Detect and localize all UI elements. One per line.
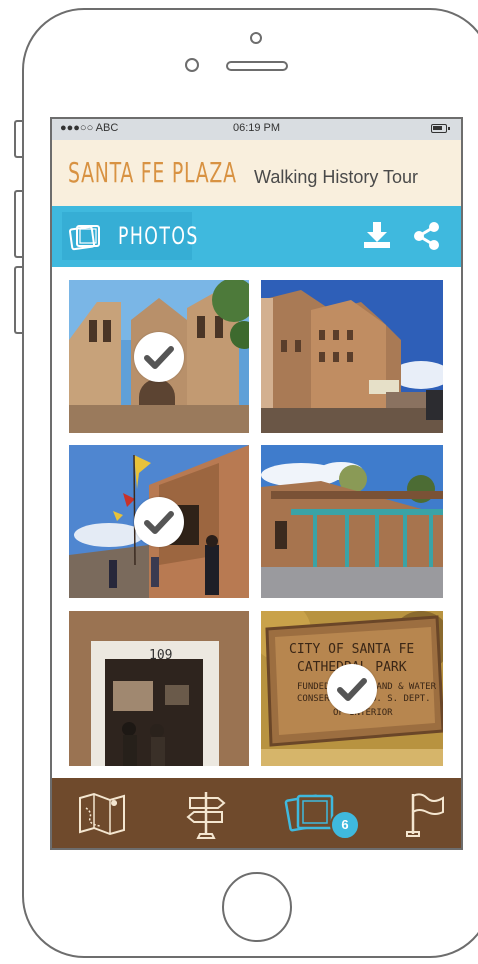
app-subtitle: Walking History Tour	[254, 167, 419, 187]
photo-palace-governors[interactable]	[261, 445, 443, 598]
la-fonda-image	[261, 280, 443, 433]
clock: 06:19 PM	[232, 122, 281, 134]
signpost-icon[interactable]	[176, 788, 236, 842]
photo-park-sign[interactable]: CITY OF SANTA FE CATHEDRAL PARK FUNDED B…	[261, 611, 443, 766]
sign-line-6: U. S. DEPT.	[371, 694, 431, 704]
battery-icon	[431, 124, 450, 133]
share-icon[interactable]	[412, 221, 442, 251]
selected-check-icon	[134, 496, 184, 547]
front-camera	[250, 32, 262, 44]
app-title: SANTA FE PLAZA	[68, 156, 237, 189]
doorway-image: 109	[69, 611, 249, 766]
app-header: SANTA FE PLAZA Walking History Tour	[52, 140, 461, 206]
photo-la-fonda[interactable]	[261, 280, 443, 433]
photo-grid: 109 CITY OF SANTA FE CATHEDRAL PARK FUND…	[52, 267, 461, 777]
sign-line-4: LAND & WATER	[371, 682, 437, 692]
photo-count-badge: 6	[330, 810, 360, 840]
download-icon[interactable]	[362, 220, 392, 250]
home-button[interactable]	[222, 872, 292, 942]
bottom-nav: 6	[52, 778, 461, 848]
palace-governors-image	[261, 445, 443, 598]
photos-toolbar: PHOTOS	[52, 206, 461, 267]
sign-line-5: CONSER	[297, 694, 330, 704]
door-number: 109	[149, 648, 172, 663]
selected-check-icon	[134, 331, 184, 382]
map-icon[interactable]	[72, 788, 132, 842]
flag-icon[interactable]	[397, 788, 457, 842]
section-title: PHOTOS	[118, 222, 199, 250]
volume-up-button	[14, 190, 22, 258]
sign-line-1: CITY OF SANTA FE	[289, 642, 414, 657]
photo-plaza-portal[interactable]	[69, 445, 249, 598]
volume-down-button	[14, 266, 22, 334]
app-screen: ●●●○○ ABC 06:19 PM SANTA FE PLAZA Walkin…	[50, 117, 463, 850]
status-bar: ●●●○○ ABC 06:19 PM	[52, 119, 461, 140]
photo-cathedral[interactable]	[69, 280, 249, 433]
photo-doorway[interactable]: 109	[69, 611, 249, 766]
selected-check-icon	[327, 663, 377, 714]
earpiece-speaker	[226, 61, 288, 71]
photos-icon	[68, 225, 100, 251]
mute-switch	[14, 120, 22, 158]
proximity-sensor	[185, 58, 199, 72]
